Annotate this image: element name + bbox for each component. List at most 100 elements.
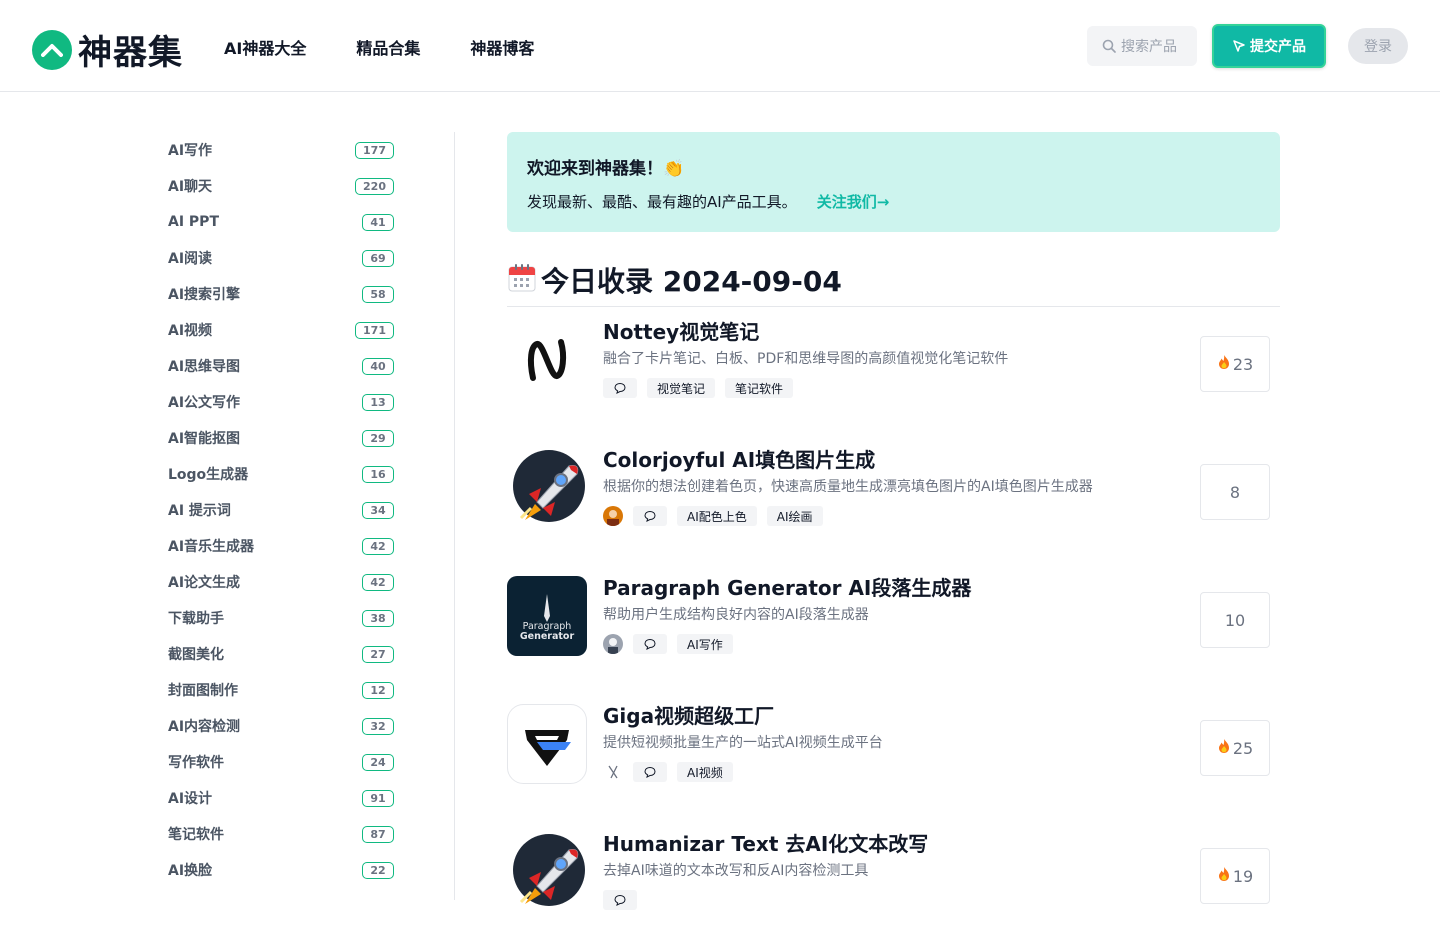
submitter-avatar[interactable] bbox=[603, 506, 623, 526]
product-tag[interactable]: 视觉笔记 bbox=[647, 378, 716, 398]
follow-us-link[interactable]: 关注我们→ bbox=[817, 193, 890, 211]
category-label: AI阅读 bbox=[168, 251, 213, 267]
product-tags: 视觉笔记 笔记软件 bbox=[603, 378, 803, 398]
comment-icon[interactable] bbox=[633, 762, 667, 782]
sidebar-category-item[interactable]: AI写作 177 bbox=[168, 132, 394, 168]
sidebar-category-item[interactable]: AI设计 91 bbox=[168, 780, 394, 816]
sidebar-category-item[interactable]: AI搜索引擎 58 bbox=[168, 276, 394, 312]
product-thumbnail[interactable] bbox=[507, 320, 587, 400]
fire-icon bbox=[1217, 738, 1231, 758]
vote-count: 19 bbox=[1232, 866, 1254, 886]
product-list-item[interactable]: Paragraph Generator Paragraph Generator AI… bbox=[507, 576, 1280, 676]
sidebar-category-item[interactable]: AI公文写作 13 bbox=[168, 384, 394, 420]
product-description: 提供短视频批量生产的一站式AI视频生成平台 bbox=[603, 735, 883, 751]
sidebar-category-item[interactable]: AI音乐生成器 42 bbox=[168, 528, 394, 564]
comment-icon[interactable] bbox=[603, 890, 637, 910]
product-thumbnail[interactable] bbox=[507, 832, 587, 912]
upvote-button[interactable]: 23 bbox=[1200, 336, 1270, 392]
sidebar-category-item[interactable]: 写作软件 24 bbox=[168, 744, 394, 780]
sidebar-category-item[interactable]: 封面图制作 12 bbox=[168, 672, 394, 708]
fire-icon bbox=[1217, 354, 1231, 374]
product-title[interactable]: Nottey视觉笔记 bbox=[603, 316, 759, 345]
sidebar-category-item[interactable]: AI智能抠图 29 bbox=[168, 420, 394, 456]
product-title[interactable]: Humanizar Text 去AI化文本改写 bbox=[603, 828, 928, 857]
product-title[interactable]: Giga视频超级工厂 bbox=[603, 700, 774, 729]
category-count-badge: 91 bbox=[362, 789, 394, 807]
category-label: AI换脸 bbox=[168, 863, 213, 879]
sidebar-divider bbox=[454, 132, 455, 900]
category-count-badge: 40 bbox=[362, 357, 394, 375]
product-tag[interactable]: AI视频 bbox=[677, 762, 733, 782]
product-title[interactable]: Colorjoyful AI填色图片生成 bbox=[603, 444, 875, 473]
sidebar-category-item[interactable]: AI阅读 69 bbox=[168, 240, 394, 276]
nav-blog[interactable]: 神器博客 bbox=[470, 35, 534, 59]
logo-chevron-icon bbox=[32, 29, 72, 70]
product-title[interactable]: Paragraph Generator AI段落生成器 bbox=[603, 572, 971, 601]
sidebar-category-item[interactable]: AI论文生成 42 bbox=[168, 564, 394, 600]
cursor-icon bbox=[1233, 40, 1245, 52]
site-logo[interactable]: 神器集 bbox=[32, 25, 183, 74]
comment-icon[interactable] bbox=[633, 506, 667, 526]
banner-subtitle: 发现最新、最酷、最有趣的AI产品工具。 bbox=[527, 193, 797, 211]
category-label: AI音乐生成器 bbox=[168, 539, 255, 555]
upvote-button[interactable]: 10 bbox=[1200, 592, 1270, 648]
product-tag[interactable]: AI绘画 bbox=[766, 506, 823, 526]
product-thumbnail[interactable]: Paragraph Generator bbox=[507, 576, 587, 656]
product-tag[interactable]: AI配色上色 bbox=[677, 506, 757, 526]
submit-product-button[interactable]: 提交产品 bbox=[1212, 24, 1326, 68]
category-label: AI写作 bbox=[168, 143, 213, 159]
sidebar-category-item[interactable]: AI内容检测 32 bbox=[168, 708, 394, 744]
category-count-badge: 29 bbox=[362, 429, 394, 447]
category-count-badge: 177 bbox=[355, 141, 394, 159]
sidebar-category-item[interactable]: 笔记软件 87 bbox=[168, 816, 394, 852]
nav-ai-tools[interactable]: AI神器大全 bbox=[224, 35, 306, 59]
submitter-avatar[interactable] bbox=[603, 634, 623, 654]
nav-collections[interactable]: 精品合集 bbox=[356, 35, 420, 59]
main-nav: AI神器大全 精品合集 神器博客 bbox=[224, 35, 584, 59]
sidebar-category-item[interactable]: AI PPT 41 bbox=[168, 204, 394, 240]
category-count-badge: 12 bbox=[362, 681, 394, 699]
sidebar-category-item[interactable]: 截图美化 27 bbox=[168, 636, 394, 672]
calendar-icon bbox=[508, 264, 536, 292]
product-list-item[interactable]: Colorjoyful AI填色图片生成 根据你的想法创建着色页，快速高质量地生成… bbox=[507, 448, 1280, 548]
category-count-badge: 58 bbox=[362, 285, 394, 303]
category-label: Logo生成器 bbox=[168, 467, 249, 483]
upvote-button[interactable]: 25 bbox=[1200, 720, 1270, 776]
category-count-badge: 38 bbox=[362, 609, 394, 627]
product-list-item[interactable]: Humanizar Text 去AI化文本改写 去掉AI味道的文本改写和反AI内容… bbox=[507, 832, 1280, 932]
sidebar-category-item[interactable]: AI聊天 220 bbox=[168, 168, 394, 204]
product-tag[interactable]: AI写作 bbox=[677, 634, 733, 654]
sidebar-category-item[interactable]: AI 提示词 34 bbox=[168, 492, 394, 528]
upvote-button[interactable]: 8 bbox=[1200, 464, 1270, 520]
comment-icon[interactable] bbox=[603, 378, 637, 398]
category-count-badge: 32 bbox=[362, 717, 394, 735]
product-list-item[interactable]: Nottey视觉笔记 融合了卡片笔记、白板、PDF和思维导图的高颜值视觉化笔记软件… bbox=[507, 320, 1280, 420]
product-thumbnail[interactable] bbox=[507, 448, 587, 528]
category-count-badge: 24 bbox=[362, 753, 394, 771]
daily-section-title: 今日收录 2024-09-04 bbox=[507, 260, 1280, 307]
product-tag[interactable]: 笔记软件 bbox=[725, 378, 794, 398]
product-list-item[interactable]: Giga视频超级工厂 提供短视频批量生产的一站式AI视频生成平台 AI视频 25 bbox=[507, 704, 1280, 804]
search-input[interactable]: 搜索产品 bbox=[1087, 26, 1197, 66]
category-label: 写作软件 bbox=[168, 755, 224, 771]
sidebar-category-item[interactable]: AI换脸 22 bbox=[168, 852, 394, 888]
login-button[interactable]: 登录 bbox=[1348, 28, 1408, 64]
sidebar-category-item[interactable]: AI视频 171 bbox=[168, 312, 394, 348]
category-count-badge: 16 bbox=[362, 465, 394, 483]
sidebar-category-item[interactable]: 下载助手 38 bbox=[168, 600, 394, 636]
sidebar-category-item[interactable]: Logo生成器 16 bbox=[168, 456, 394, 492]
product-description: 帮助用户生成结构良好内容的AI段落生成器 bbox=[603, 607, 869, 623]
category-count-badge: 22 bbox=[362, 861, 394, 879]
search-placeholder: 搜索产品 bbox=[1121, 39, 1177, 55]
category-label: AI PPT bbox=[168, 214, 219, 230]
comment-icon[interactable] bbox=[633, 634, 667, 654]
sidebar-category-item[interactable]: AI思维导图 40 bbox=[168, 348, 394, 384]
submitter-avatar[interactable] bbox=[603, 762, 623, 782]
product-thumbnail[interactable] bbox=[507, 704, 587, 784]
product-tags: AI写作 bbox=[603, 634, 743, 654]
category-count-badge: 87 bbox=[362, 825, 394, 843]
upvote-button[interactable]: 19 bbox=[1200, 848, 1270, 904]
category-label: AI思维导图 bbox=[168, 359, 241, 375]
category-label: AI聊天 bbox=[168, 179, 213, 195]
vote-count: 25 bbox=[1232, 738, 1254, 758]
